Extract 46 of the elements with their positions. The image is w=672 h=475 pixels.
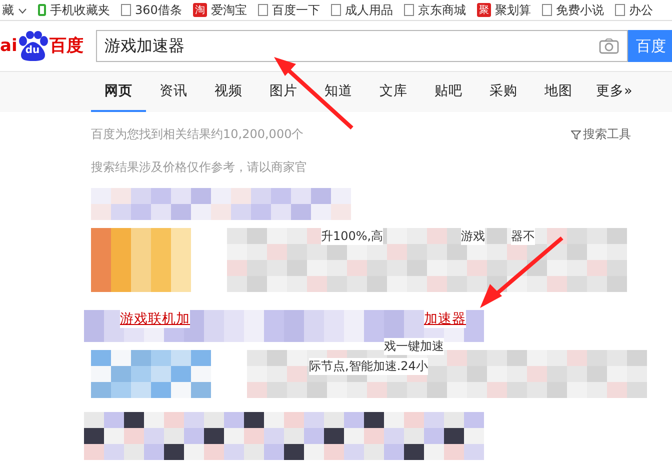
- page-icon: [404, 4, 414, 16]
- logo-text: 百度: [49, 38, 84, 54]
- result-count: 百度为您找到相关结果约10,200,000个: [91, 126, 304, 143]
- bookmark-link[interactable]: 爱淘宝: [210, 2, 247, 18]
- site-icon: 聚: [476, 3, 491, 17]
- bookmark-link[interactable]: 办公: [628, 2, 653, 18]
- page-icon: [330, 4, 341, 16]
- result-title-link[interactable]: 加速器: [424, 310, 466, 328]
- search-tools-link[interactable]: 搜索工具: [583, 126, 631, 143]
- nav-tab[interactable]: 图片: [256, 72, 311, 112]
- nav-tab[interactable]: 知道: [311, 72, 366, 112]
- page-icon: [542, 4, 552, 16]
- snippet-text: 升100%,高: [321, 228, 384, 245]
- snippet-text: 际节点,智能加速.24小: [309, 358, 428, 375]
- nav-tab[interactable]: 贴吧: [421, 72, 476, 112]
- bookmark-link[interactable]: 京东商城: [418, 2, 466, 18]
- bookmark-link[interactable]: 手机收藏夹: [50, 2, 110, 18]
- snippet-text: 游戏: [461, 228, 485, 245]
- phone-icon: [38, 4, 46, 16]
- price-notice: 搜索结果涉及价格仅作参考，请以商家官: [91, 159, 308, 176]
- logo-text: ai: [0, 38, 18, 54]
- bookmark-link[interactable]: 成人用品: [344, 2, 393, 18]
- filter-icon[interactable]: [571, 130, 581, 140]
- nav-tab[interactable]: 更多»: [586, 72, 642, 112]
- nav-tab[interactable]: 采购: [476, 72, 531, 112]
- page-icon: [614, 4, 625, 16]
- snippet-text: 戏一键加速: [384, 338, 444, 355]
- nav-tab[interactable]: 资讯: [146, 72, 201, 112]
- bookmark-link[interactable]: 360借条: [135, 2, 182, 18]
- bookmark-link[interactable]: 百度一下: [272, 2, 320, 18]
- result-title-link[interactable]: 游戏联机加: [120, 310, 190, 328]
- snippet-text: 器不: [511, 228, 535, 245]
- site-icon: 淘: [192, 3, 207, 17]
- page-icon: [258, 4, 268, 16]
- bookmark-link[interactable]: 聚划算: [494, 2, 531, 18]
- bookmark-link[interactable]: 藏: [2, 2, 14, 18]
- search-button[interactable]: 百度: [628, 30, 672, 62]
- nav-tab[interactable]: 地图: [531, 72, 586, 112]
- bookmark-link[interactable]: 免费小说: [556, 2, 604, 18]
- nav-tab[interactable]: 网页: [91, 72, 146, 112]
- page-icon: [121, 4, 131, 16]
- nav-tab[interactable]: 视频: [201, 72, 256, 112]
- camera-icon[interactable]: [599, 38, 620, 54]
- search-field[interactable]: 游戏加速器: [96, 30, 628, 62]
- paw-logo: du: [17, 31, 50, 61]
- nav-tab[interactable]: 文库: [366, 72, 421, 112]
